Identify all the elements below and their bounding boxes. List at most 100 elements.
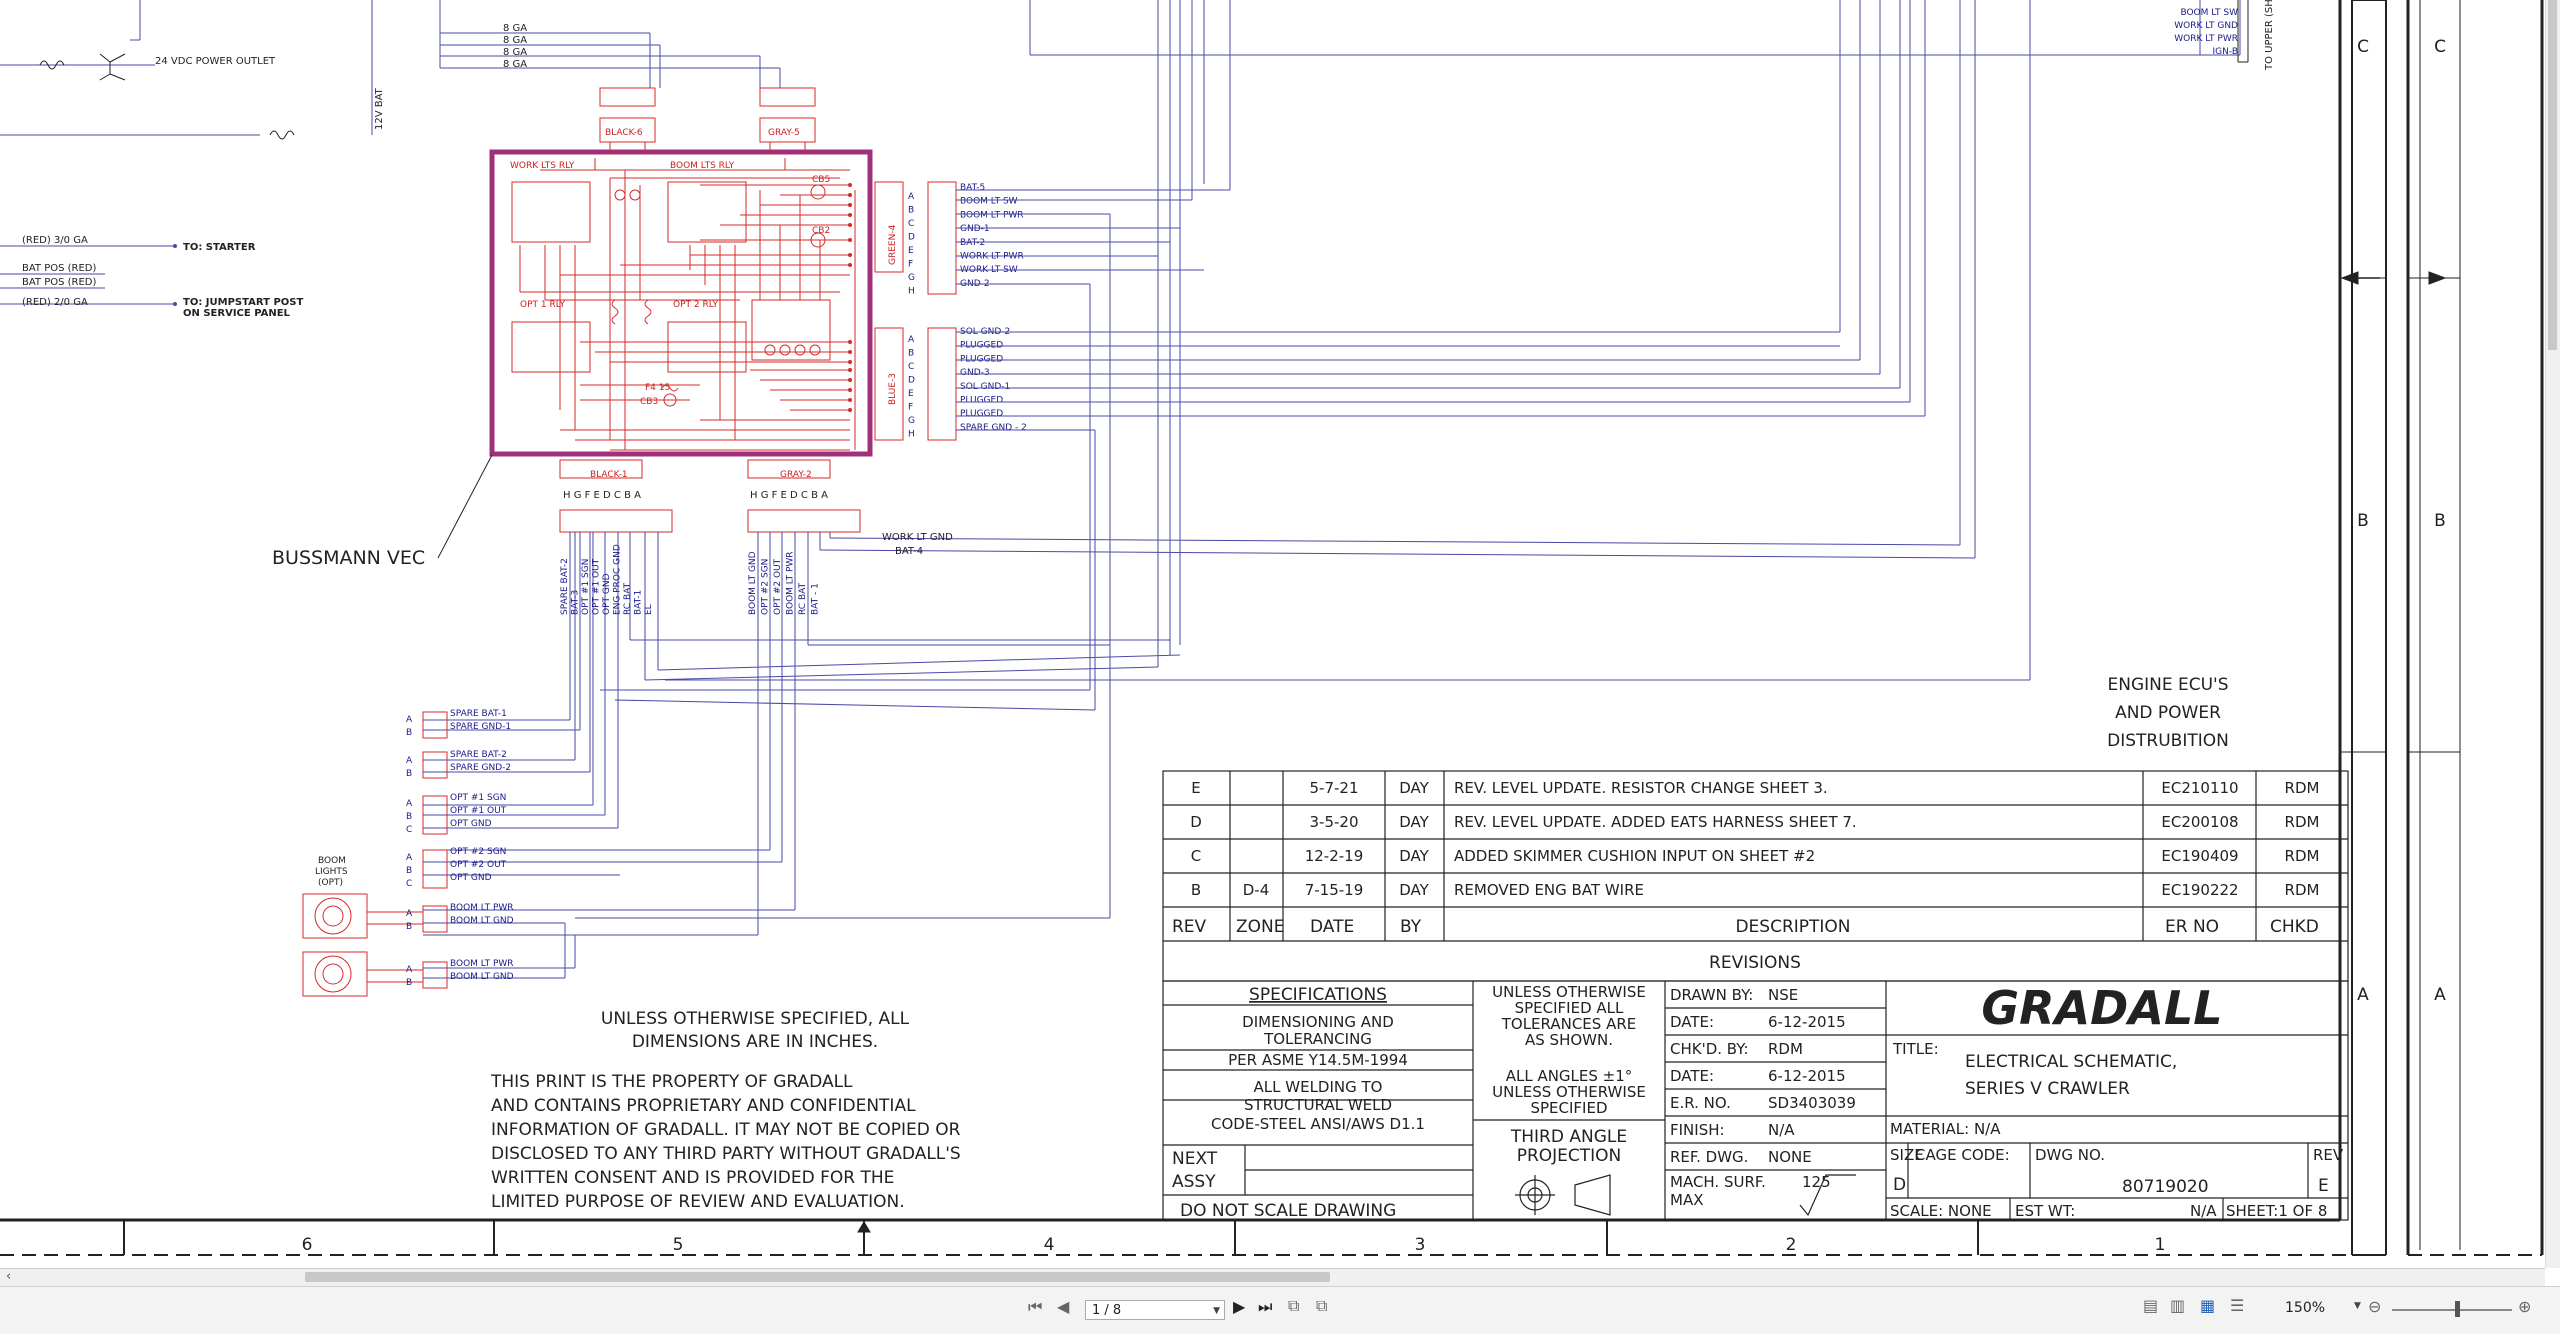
- svg-text:SCALE: NONE: SCALE: NONE: [1890, 1202, 1992, 1220]
- pin-letter: C: [908, 362, 914, 372]
- svg-text:E: E: [2318, 1176, 2329, 1196]
- zone-row-label: B: [2434, 511, 2446, 531]
- wire-label: WORK LT PWR: [2174, 34, 2238, 44]
- first-page-icon[interactable]: ⏮: [1028, 1297, 1042, 1317]
- pin-letter: F: [908, 403, 913, 413]
- wire-label: BAT-5: [960, 183, 985, 193]
- note-line: THIS PRINT IS THE PROPERTY OF GRADALL: [490, 1072, 853, 1092]
- pin-letter: A: [406, 756, 413, 766]
- note-line: DISCLOSED TO ANY THIRD PARTY WITHOUT GRA…: [491, 1144, 961, 1164]
- zoom-in-icon[interactable]: ⊕: [2518, 1297, 2531, 1316]
- continuous-view-icon[interactable]: ▥: [2170, 1296, 2185, 1315]
- wire-label: SPARE GND-1: [450, 722, 511, 732]
- zone-column-label: 2: [1786, 1235, 1797, 1255]
- svg-text:CB5: CB5: [812, 175, 830, 185]
- left-small-connectors: [302, 711, 448, 997]
- property-note: THIS PRINT IS THE PROPERTY OF GRADALL AND…: [490, 1072, 961, 1212]
- wire-label: OPT #2 SGN: [761, 559, 771, 615]
- svg-text:PROJECTION: PROJECTION: [1517, 1146, 1622, 1166]
- date-cell: 12-2-19: [1305, 847, 1364, 865]
- svg-text:AND POWER: AND POWER: [2115, 703, 2221, 723]
- wire-label: BAT - 1: [811, 583, 821, 615]
- zone-column-label: 3: [1415, 1235, 1426, 1255]
- wire-label: ENG PROC GND: [613, 544, 623, 615]
- svg-text:N/A: N/A: [2190, 1202, 2217, 1220]
- svg-text:SD3403039: SD3403039: [1768, 1094, 1856, 1112]
- two-page-icon[interactable]: ⧉: [1316, 1296, 1327, 1316]
- svg-text:E.R. NO.: E.R. NO.: [1670, 1094, 1731, 1112]
- pin-letter: C: [406, 879, 412, 889]
- black6-label: BLACK-6: [605, 128, 643, 138]
- svg-text:NSE: NSE: [1768, 986, 1798, 1004]
- svg-text:EST WT:: EST WT:: [2015, 1202, 2075, 1220]
- pin-letter: H: [908, 287, 915, 297]
- pin-letter: A: [406, 799, 413, 809]
- wire-label: OPT #2 OUT: [773, 558, 783, 615]
- svg-text:DISTRUBITION: DISTRUBITION: [2107, 731, 2229, 751]
- svg-text:ELECTRICAL SCHEMATIC,: ELECTRICAL SCHEMATIC,: [1965, 1052, 2177, 1072]
- reader-icon[interactable]: ☰: [2230, 1296, 2244, 1315]
- fit-page-icon[interactable]: ⧉: [1288, 1296, 1299, 1316]
- svg-text:ZONE: ZONE: [1236, 917, 1285, 937]
- svg-text:ASSY: ASSY: [1172, 1172, 1216, 1192]
- rev-cell: C: [1191, 847, 1201, 865]
- pin-letter: A: [406, 965, 413, 975]
- wire-label: BAT-1: [634, 590, 644, 615]
- wire-label: OPT #1 OUT: [592, 558, 602, 615]
- svg-text:MACH. SURF.: MACH. SURF.: [1670, 1173, 1766, 1191]
- chkd-cell: RDM: [2285, 813, 2320, 831]
- zone-row-label: B: [2357, 511, 2369, 531]
- schematic-drawing: C CB BA A 654321 24 VDC POWER OUTLET 12V…: [0, 0, 2544, 1256]
- svg-text:DRAWN BY:: DRAWN BY:: [1670, 986, 1753, 1004]
- pin-letter: B: [406, 728, 412, 738]
- vertical-scroll-thumb[interactable]: [2548, 0, 2557, 350]
- description-cell: REV. LEVEL UPDATE. RESISTOR CHANGE SHEET…: [1454, 779, 1828, 797]
- zoom-dropdown-icon[interactable]: ▼: [2354, 1301, 2361, 1311]
- top-connectors: [599, 87, 816, 152]
- zone-cell: D-4: [1243, 881, 1270, 899]
- zoom-level[interactable]: 150%: [2285, 1300, 2325, 1316]
- pin-letter: G: [908, 273, 915, 283]
- chevron-down-icon[interactable]: ▼: [1213, 1301, 1220, 1321]
- engine-ecu-title: ENGINE ECU'S AND POWER DISTRUBITION: [2107, 675, 2229, 751]
- svg-text:D: D: [1893, 1175, 1906, 1195]
- company-title-text: GRADALL TITLE: ELECTRICAL SCHEMATIC, SER…: [1890, 981, 2344, 1220]
- prev-page-icon[interactable]: ◀: [1057, 1297, 1069, 1316]
- pin-letter: A: [908, 335, 915, 345]
- zoom-slider-thumb[interactable]: [2455, 1301, 2460, 1317]
- pin-letter: D: [908, 376, 915, 386]
- horizontal-scroll-thumb[interactable]: [305, 1272, 1330, 1282]
- by-cell: DAY: [1399, 881, 1429, 899]
- opt2-rly-label: OPT 2 RLY: [673, 300, 719, 310]
- svg-text:CHK'D. BY:: CHK'D. BY:: [1670, 1040, 1749, 1058]
- wire-label: OPT GND: [602, 573, 612, 615]
- pin-letter: A: [406, 909, 413, 919]
- svg-text:8 GA: 8 GA: [503, 47, 527, 58]
- svg-text:STRUCTURAL WELD: STRUCTURAL WELD: [1244, 1096, 1392, 1114]
- svg-text:REV: REV: [1172, 917, 1207, 937]
- by-cell: DAY: [1399, 813, 1429, 831]
- svg-text:THIRD ANGLE: THIRD ANGLE: [1510, 1127, 1627, 1147]
- pin-letter: B: [908, 206, 914, 216]
- zoom-out-icon[interactable]: ⊖: [2368, 1297, 2381, 1316]
- zone-row-label: A: [2357, 985, 2369, 1005]
- note-line: LIMITED PURPOSE OF REVIEW AND EVALUATION…: [491, 1192, 905, 1212]
- svg-text:CODE-STEEL ANSI/AWS D1.1: CODE-STEEL ANSI/AWS D1.1: [1211, 1115, 1425, 1133]
- blue-connector-labels: SOL GND-2APLUGGEDBPLUGGEDCGND-3DSOL GND-…: [908, 327, 1027, 440]
- page-number-input[interactable]: 1 / 8 ▼: [1085, 1300, 1225, 1320]
- wire-label: BOOM LT PWR: [450, 959, 514, 969]
- scroll-left-icon[interactable]: ‹: [6, 1269, 11, 1284]
- zoom-slider[interactable]: [2392, 1309, 2512, 1311]
- last-page-icon[interactable]: ⏭: [1258, 1297, 1272, 1317]
- zone-column-label: 1: [2155, 1235, 2166, 1255]
- bussmann-vec-module: WORK LTS RLY BOOM LTS RLY OPT 1 RLY OPT …: [489, 149, 898, 457]
- svg-text:DESCRIPTION: DESCRIPTION: [1735, 917, 1850, 937]
- wire-label: GND-3: [960, 368, 990, 378]
- two-page-view-icon[interactable]: ▦: [2200, 1296, 2215, 1315]
- note-line: AND CONTAINS PROPRIETARY AND CONFIDENTIA…: [491, 1096, 916, 1116]
- wires-bottom: [423, 532, 2030, 979]
- svg-text:MATERIAL: N/A: MATERIAL: N/A: [1890, 1120, 2001, 1138]
- single-page-view-icon[interactable]: ▤: [2143, 1296, 2158, 1315]
- vdc-outlet-label: 24 VDC POWER OUTLET: [155, 56, 276, 67]
- next-page-icon[interactable]: ▶: [1233, 1297, 1245, 1316]
